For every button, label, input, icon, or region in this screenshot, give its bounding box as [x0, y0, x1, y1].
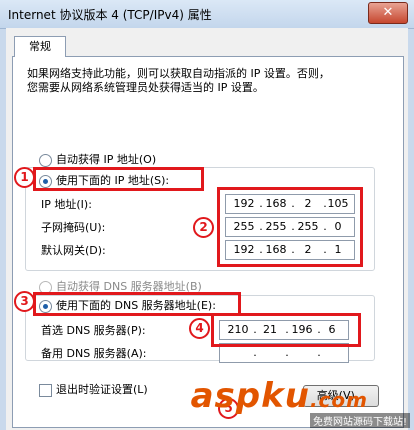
- description-line1: 如果网络支持此功能，则可以获取自动指派的 IP 设置。否则，: [27, 67, 330, 80]
- dialog-client: 常规 如果网络支持此功能，则可以获取自动指派的 IP 设置。否则， 您需要从网络…: [6, 28, 408, 430]
- annotation-3: 3: [14, 291, 35, 312]
- preferred-dns-label: 首选 DNS 服务器(P):: [41, 324, 146, 337]
- description-text: 如果网络支持此功能，则可以获取自动指派的 IP 设置。否则， 您需要从网络系统管…: [27, 67, 330, 95]
- general-panel: 如果网络支持此功能，则可以获取自动指派的 IP 设置。否则， 您需要从网络系统管…: [12, 56, 404, 428]
- auto-ip-option[interactable]: 自动获得 IP 地址(O): [39, 151, 156, 167]
- validate-label: 退出时验证设置(L): [56, 383, 148, 396]
- annotation-4: 4: [189, 318, 210, 339]
- ip-address-label: IP 地址(I):: [41, 198, 92, 211]
- validate-checkbox[interactable]: [39, 383, 52, 397]
- auto-ip-radio[interactable]: [39, 153, 52, 167]
- alternate-dns-label: 备用 DNS 服务器(A):: [41, 347, 147, 360]
- default-gateway-label: 默认网关(D):: [41, 244, 106, 257]
- subnet-mask-label: 子网掩码(U):: [41, 221, 106, 234]
- highlight-manual-dns: [33, 292, 241, 316]
- window-title: Internet 协议版本 4 (TCP/IPv4) 属性: [8, 8, 212, 22]
- auto-ip-label: 自动获得 IP 地址(O): [56, 153, 157, 166]
- watermark-brand-a: asp: [190, 376, 262, 416]
- highlight-dns-fields: [211, 313, 361, 347]
- highlight-ip-fields: [217, 187, 363, 267]
- watermark-brand-c: .com: [309, 388, 368, 412]
- title-bar: Internet 协议版本 4 (TCP/IPv4) 属性 ✕: [0, 0, 414, 29]
- close-button[interactable]: ✕: [368, 2, 408, 24]
- description-line2: 您需要从网络系统管理员处获得适当的 IP 设置。: [27, 81, 264, 94]
- annotation-1: 1: [14, 167, 35, 188]
- watermark-logo: aspku.com: [191, 376, 368, 416]
- tab-general[interactable]: 常规: [14, 36, 66, 57]
- validate-option[interactable]: 退出时验证设置(L): [39, 381, 148, 397]
- annotation-2: 2: [193, 217, 214, 238]
- watermark-brand-b: ku: [261, 376, 310, 416]
- watermark-tagline: 免费网站源码下载站!: [309, 413, 410, 428]
- highlight-manual-ip: [33, 167, 204, 191]
